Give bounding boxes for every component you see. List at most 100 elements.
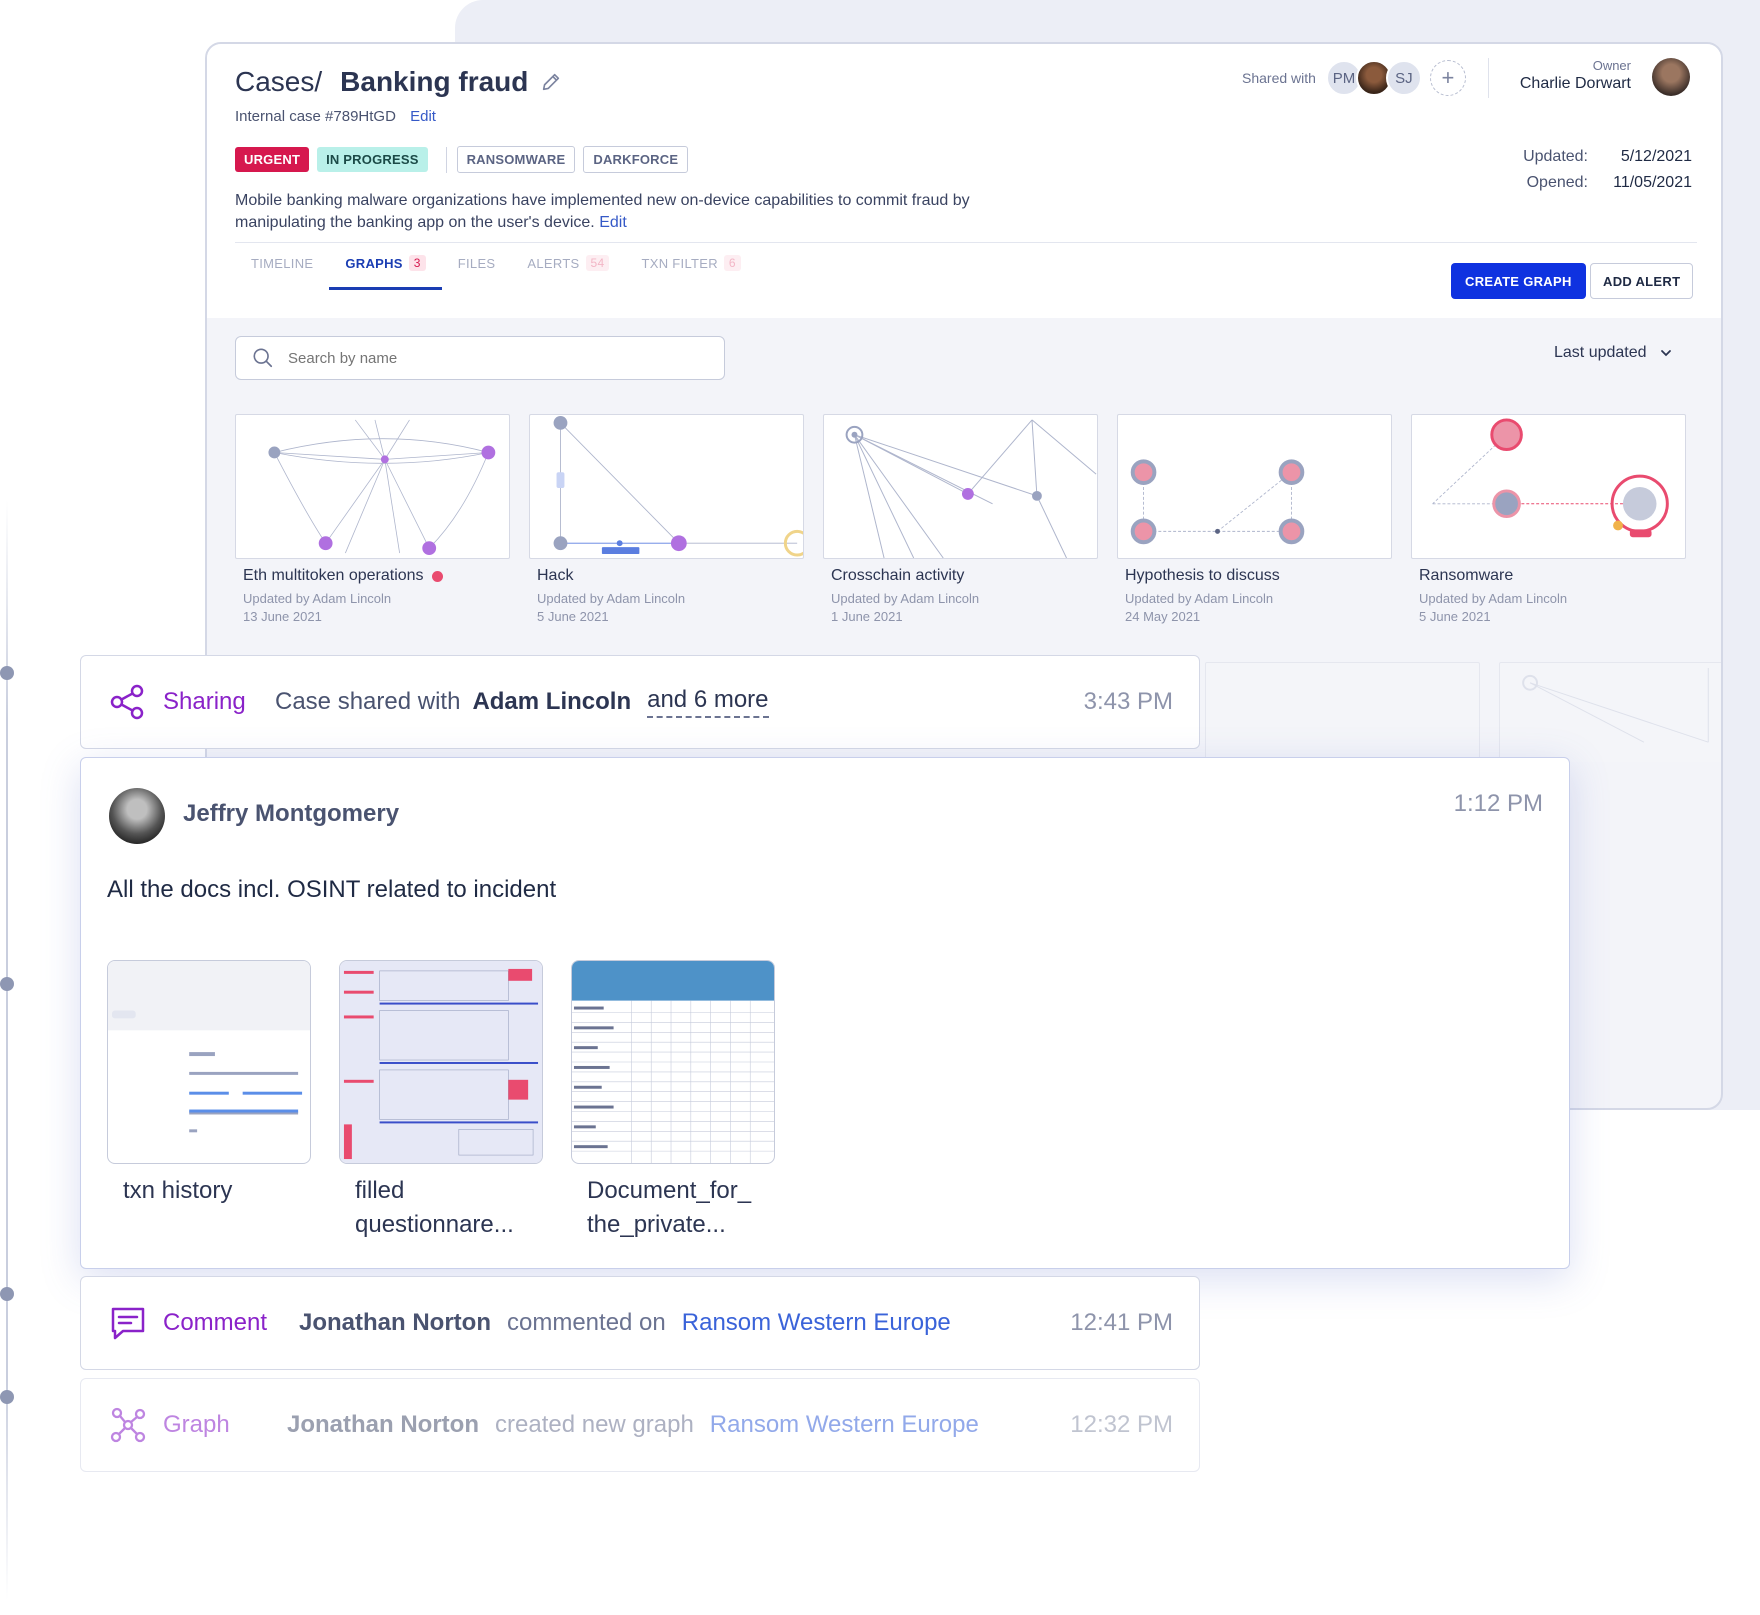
activity-user-link[interactable]: Jonathan Norton (299, 1309, 491, 1337)
attachment-thumbnail (571, 960, 775, 1164)
tag-darkforce[interactable]: DARKFORCE (583, 146, 689, 173)
owner-label: Owner (1592, 58, 1631, 73)
tag-ransomware[interactable]: RANSOMWARE (456, 146, 576, 173)
owner-name: Charlie Dorwart (1519, 75, 1631, 92)
avatar[interactable]: SJ (1385, 60, 1422, 96)
attachment-name: filled questionnare... (355, 1177, 514, 1238)
owner-avatar[interactable] (1652, 58, 1690, 96)
graph-card[interactable]: Crosschain activity Updated by Adam Linc… (823, 414, 1098, 626)
tab-alerts[interactable]: ALERTS 54 (511, 240, 625, 286)
tag-urgent[interactable]: URGENT (235, 147, 310, 172)
more-users-link[interactable]: and 6 more (647, 686, 769, 718)
activity-time: 12:32 PM (1070, 1411, 1173, 1438)
avatar[interactable] (109, 788, 165, 844)
case-header: Cases/ Banking fraud Internal case #789H… (207, 44, 1721, 318)
case-dates: Updated: 5/12/2021 Opened: 11/05/2021 (1507, 144, 1692, 196)
graph-thumbnail (1411, 414, 1686, 559)
activity-sharing[interactable]: Sharing Case shared with Adam Lincoln an… (80, 655, 1200, 749)
case-title-row: Cases/ Banking fraud (235, 66, 562, 98)
attachment-thumbnail (339, 960, 543, 1164)
shared-with-label: Shared with (1242, 70, 1316, 86)
graph-card[interactable]: Eth multitoken operations Updated by Ada… (235, 414, 510, 626)
document-preview (340, 961, 542, 1163)
activity-verb: commented on (507, 1309, 666, 1336)
breadcrumb-cases[interactable]: Cases/ (235, 66, 322, 98)
graph-card-placeholder (1499, 662, 1721, 762)
opened-label: Opened: (1526, 174, 1588, 191)
sort-label: Last updated (1554, 344, 1647, 361)
timeline-dot (0, 1287, 14, 1301)
comment-icon (111, 1307, 145, 1340)
graph-date: 13 June 2021 (243, 609, 322, 624)
shared-user-link[interactable]: Adam Lincoln (472, 688, 631, 716)
search-input[interactable] (288, 349, 688, 367)
activity-time: 3:43 PM (1083, 688, 1173, 715)
graph-card[interactable]: Hack Updated by Adam Lincoln 5 June 2021 (529, 414, 804, 626)
case-description: Mobile banking malware organizations hav… (235, 190, 1015, 234)
tab-label: TXN FILTER (641, 255, 718, 271)
graph-updated-by: Updated by Adam Lincoln (243, 591, 392, 606)
sort-dropdown[interactable]: Last updated (1554, 344, 1673, 362)
owner-divider (1487, 58, 1489, 98)
comment-time: 1:12 PM (1453, 790, 1543, 817)
attachment[interactable]: filled questionnare... (339, 960, 543, 1242)
graph-card[interactable]: Ransomware Updated by Adam Lincoln 5 June… (1411, 414, 1686, 626)
tab-count-badge: 3 (408, 255, 426, 271)
activity-user-link[interactable]: Jonathan Norton (287, 1411, 479, 1439)
share-icon (110, 684, 144, 720)
search-box[interactable] (235, 336, 725, 380)
updated-date: 5/12/2021 (1620, 148, 1692, 165)
graph-date: 5 June 2021 (537, 609, 609, 624)
graph-card-title: Hack (537, 567, 574, 584)
graph-updated-by: Updated by Adam Lincoln (1419, 591, 1568, 606)
owner-block: Owner Charlie Dorwart (1503, 58, 1631, 93)
graph-date: 24 May 2021 (1125, 609, 1201, 624)
graph-card-meta: Updated by Adam Lincoln 1 June 2021 (823, 590, 1098, 626)
tab-label: FILES (457, 255, 496, 271)
comment-author[interactable]: Jeffry Montgomery (183, 800, 399, 828)
internal-case-id: Internal case #789HtGD (235, 108, 396, 125)
add-alert-button[interactable]: ADD ALERT (1590, 263, 1694, 299)
activity-kind: Comment (163, 1309, 268, 1336)
attachment[interactable]: txn history (107, 960, 311, 1242)
graph-preview (845, 419, 1097, 558)
pencil-icon[interactable] (540, 71, 562, 93)
graph-thumbnail (235, 414, 510, 559)
graph-card-meta: Updated by Adam Lincoln 13 June 2021 (235, 590, 510, 626)
graph-card-title: Crosschain activity (831, 567, 965, 584)
timeline-dot (0, 1390, 14, 1404)
tag-divider (445, 146, 447, 173)
graph-card-meta: Updated by Adam Lincoln 24 May 2021 (1117, 590, 1392, 626)
edit-description-link[interactable]: Edit (599, 214, 627, 231)
case-title: Banking fraud (340, 66, 529, 97)
tag-in-progress[interactable]: IN PROGRESS (317, 147, 428, 172)
tab-timeline[interactable]: TIMELINE (235, 240, 329, 286)
activity-graph[interactable]: Graph Jonathan Norton created new graph … (80, 1378, 1200, 1472)
add-member-button[interactable]: + (1429, 60, 1466, 96)
graph-preview (1130, 459, 1305, 545)
tab-label: GRAPHS (345, 255, 403, 271)
timeline-dot (0, 666, 14, 680)
document-preview (572, 961, 774, 1163)
edit-internal-id-link[interactable]: Edit (410, 108, 436, 125)
graph-card-title: Hypothesis to discuss (1125, 567, 1280, 584)
graph-card-meta: Updated by Adam Lincoln 5 June 2021 (1411, 590, 1686, 626)
graph-preview (553, 415, 803, 557)
search-icon (253, 348, 273, 368)
activity-target-link[interactable]: Ransom Western Europe (710, 1411, 979, 1439)
shared-with: Shared with PM SJ + (1242, 58, 1489, 98)
tab-graphs[interactable]: GRAPHS 3 (329, 240, 443, 290)
graph-card-placeholder (1205, 662, 1480, 762)
tag-list: URGENT IN PROGRESS RANSOMWARE DARKFORCE (235, 146, 696, 173)
graph-card-title-text: Eth multitoken operations (243, 567, 424, 584)
attachment[interactable]: Document_for_ the_private... (571, 960, 775, 1242)
tab-txn-filter[interactable]: TXN FILTER 6 (625, 240, 756, 286)
graph-updated-by: Updated by Adam Lincoln (1125, 591, 1274, 606)
create-graph-button[interactable]: CREATE GRAPH (1451, 263, 1586, 299)
activity-comment[interactable]: Comment Jonathan Norton commented on Ran… (80, 1276, 1200, 1370)
graph-date: 5 June 2021 (1419, 609, 1491, 624)
tab-files[interactable]: FILES (442, 240, 512, 286)
graph-card[interactable]: Hypothesis to discuss Updated by Adam Li… (1117, 414, 1392, 626)
activity-target-link[interactable]: Ransom Western Europe (682, 1309, 951, 1337)
chevron-down-icon (1660, 350, 1671, 357)
